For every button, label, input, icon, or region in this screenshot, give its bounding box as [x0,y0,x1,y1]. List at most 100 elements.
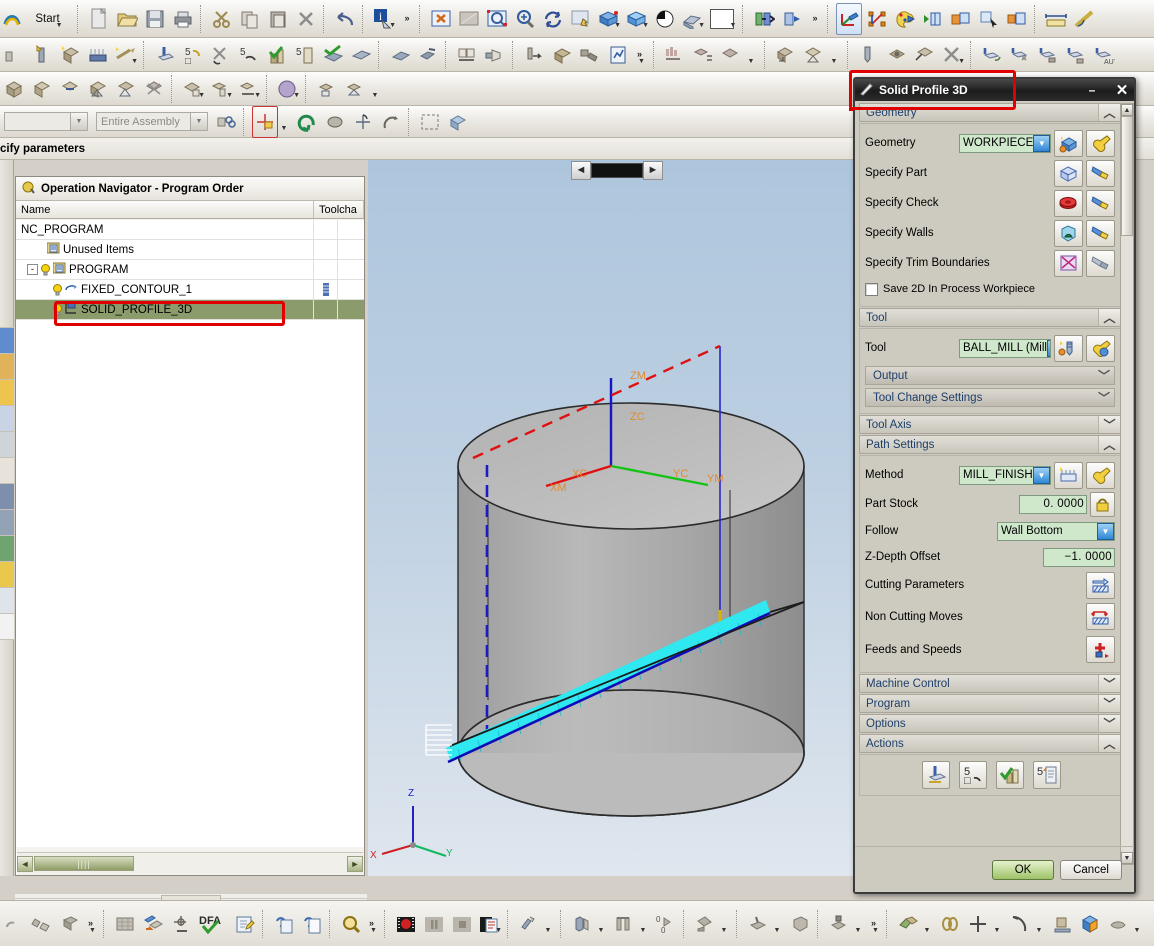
cancel-button[interactable]: Cancel [1060,859,1122,880]
output-cls-icon[interactable] [348,39,374,71]
trim-solid-icon[interactable] [912,39,938,71]
reverse-path-icon[interactable] [1063,39,1089,71]
selection-scope-dropdown[interactable]: ▼ [1,106,91,138]
machine-config-icon[interactable] [718,39,744,71]
tool-display-icon[interactable] [482,39,508,71]
assembly-navigator-icon[interactable]: ▼ [180,73,206,105]
nav-next-button[interactable]: ► [643,160,663,180]
table-row[interactable]: FIXED_CONTOUR_1 [16,280,364,300]
machine-setup-icon[interactable] [690,39,716,71]
create-tool-icon[interactable] [29,39,55,71]
stock-icon[interactable] [549,39,575,71]
print-icon[interactable] [170,3,196,35]
overflow-b8-icon[interactable]: ▼ [993,908,1005,940]
pause-movie-icon[interactable] [421,908,447,940]
dialog-scroll-area[interactable]: Geometry ︿ Geometry WORKPIECE ▼ Specify … [859,103,1131,865]
simulate-icon[interactable] [415,39,441,71]
navigator-column-headers[interactable]: Name Toolcha [16,201,364,219]
chevron-up-icon[interactable]: ︿ [1098,735,1120,752]
toolbar-standard[interactable]: Start ▼ i ▼ » ▼ ▼ ▼ ▼ » [0,0,1154,38]
chevron-up-icon[interactable]: ︿ [1098,436,1120,453]
copy-icon[interactable] [237,3,263,35]
offset-region-icon[interactable] [779,3,805,35]
operation-navigator-panel[interactable]: Operation Navigator - Program Order Name… [15,176,365,876]
fit-icon[interactable] [322,106,348,138]
transfer-geometry-icon[interactable] [948,3,974,35]
scroll-thumb-vertical[interactable] [1121,116,1133,236]
toolbar-bottom[interactable]: » ▼ DFA » ▼ ▼ ▼ ▼ ▼ 00 ▼ ▼ ▼ » ▼ ▼ ▼ ▼ ▼ [0,900,1154,946]
hole-making-icon[interactable] [884,39,910,71]
toolbar-overflow-button[interactable]: » ▼ [868,908,882,940]
specify-part-button[interactable] [1054,159,1083,187]
feeds-and-speeds-button[interactable] [1086,636,1115,663]
snap-point-icon[interactable] [252,105,278,138]
create-operation-icon[interactable]: ▼ [113,39,139,71]
resource-internet-icon[interactable] [0,432,14,458]
toolbar-overflow-button[interactable]: » [399,3,415,35]
cut-area-icon[interactable] [773,39,799,71]
ok-button[interactable]: OK [992,859,1054,880]
overflow-b1-icon[interactable]: ▼ [544,908,556,940]
z-depth-offset-input[interactable]: −1. 0000 [1043,547,1115,567]
trim-path-icon[interactable] [1007,39,1033,71]
tree-cell-name[interactable]: SOLID_PROFILE_3D [16,300,314,319]
select-geometry-icon[interactable] [976,3,1002,35]
angle-dimension-icon[interactable] [1071,3,1097,35]
revolve-icon[interactable] [342,73,368,105]
shop-doc-icon[interactable] [387,39,413,71]
resource-assembly-navigator-icon[interactable] [0,160,14,328]
edit-geometry-button[interactable] [1086,129,1115,157]
wcs-origin-icon[interactable] [350,106,376,138]
overflow-b10-icon[interactable]: ▼ [1133,908,1145,940]
shading-style-icon[interactable] [652,3,678,35]
tree-cell-name[interactable]: NC_PROGRAM [16,220,314,239]
navigator-tree[interactable]: NC_PROGRAM Unused Items - PROGRAM FIXED_… [16,220,364,847]
auto-path-icon[interactable]: AUTO [1091,39,1117,71]
specify-trim-boundaries-button[interactable] [1054,249,1083,277]
overflow-b4-icon[interactable]: ▼ [720,908,732,940]
create-method-button[interactable] [1054,461,1083,489]
undo-view-icon[interactable] [294,106,320,138]
toolbar-overflow-button[interactable]: » ▼ [633,39,649,71]
overflow-b5-icon[interactable]: ▼ [773,908,785,940]
chevron-down-icon[interactable]: ▼ [1097,522,1114,540]
resource-bar[interactable] [0,160,14,876]
navigator-horizontal-scrollbar[interactable]: ◄ |||| ► [17,852,363,874]
table-row[interactable]: - PROGRAM [16,260,364,280]
bulb-icon[interactable] [41,263,50,276]
chevron-down-icon[interactable]: ﹀ [1098,416,1120,433]
replay-toolpath-icon[interactable]: 5 □ [180,39,206,71]
geometry-palette-icon[interactable] [892,3,918,35]
chain-curves-icon[interactable] [937,908,963,940]
scroll-up-button[interactable]: ▲ [1121,104,1133,116]
bulb-icon[interactable] [53,283,62,296]
assembly-constraints-icon[interactable]: ▼ [236,73,262,105]
fixture-icon[interactable] [611,908,637,940]
dialog-close-button[interactable]: ✕ [1110,80,1134,100]
zoom-window-icon[interactable] [456,3,482,35]
measure-distance-icon[interactable] [1,908,27,940]
sketch-select-icon[interactable] [113,73,139,105]
orient-view-icon[interactable]: ▼ [624,3,650,35]
subgroup-output[interactable]: Output ﹀ [865,366,1115,385]
group-header-machine-control[interactable]: Machine Control ﹀ [859,674,1121,693]
group-header-options[interactable]: Options ﹀ [859,714,1121,733]
cutting-parameters-button[interactable] [1086,571,1115,599]
postprocess-icon[interactable] [320,39,346,71]
overflow4-icon[interactable]: ▼ [370,73,384,105]
toolbar-overflow-button[interactable]: » ▼ [85,908,99,940]
cut-icon[interactable] [209,3,235,35]
open-file-icon[interactable] [114,3,140,35]
select-walls-cursor-button[interactable] [1086,219,1115,247]
feedrate-icon[interactable] [979,39,1005,71]
chevron-down-icon[interactable]: ﹀ [1098,715,1120,732]
rotate-report2-icon[interactable] [299,908,325,940]
chevron-down-icon[interactable]: ▼ [1033,466,1050,484]
nav-previous-button[interactable]: ◄ [571,160,591,180]
zoom-in-icon[interactable] [512,3,538,35]
create-geometry-icon[interactable] [57,39,83,71]
bulb-icon[interactable] [53,303,62,316]
geometry-select[interactable]: WORKPIECE ▼ [959,133,1051,153]
list-toolpath-icon[interactable]: 5 [292,39,318,71]
curve-select-icon[interactable] [85,73,111,105]
